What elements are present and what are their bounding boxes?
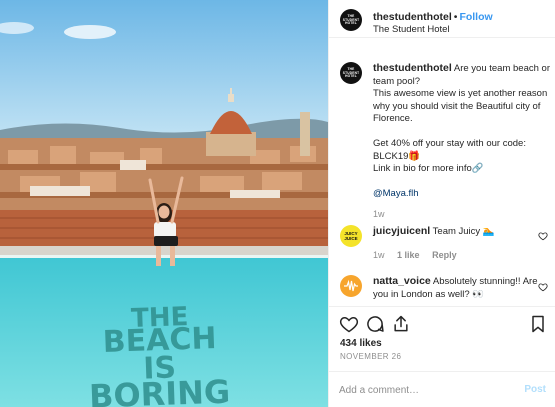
post-photo[interactable]: THE BEACH IS BORING	[0, 0, 328, 407]
caption-mention-link[interactable]: @Maya.flh	[373, 188, 551, 201]
post-location[interactable]: The Student Hotel	[373, 24, 450, 35]
soundwave-icon	[344, 279, 358, 292]
separator-dot: •	[453, 11, 458, 23]
reply-button[interactable]: Reply	[432, 250, 457, 260]
comment-username[interactable]: juicyjuicenl	[373, 225, 430, 237]
caption-timestamp[interactable]: 1w	[373, 209, 385, 219]
comment-like-heart-icon[interactable]	[538, 282, 548, 292]
author-avatar[interactable]: THE STUDENT HOTEL	[340, 9, 362, 31]
share-icon[interactable]	[391, 314, 411, 334]
comment-likes-count[interactable]: 1 like	[397, 250, 420, 260]
post-date[interactable]: NOVEMBER 26	[340, 352, 401, 361]
post-comment-button[interactable]: Post	[524, 384, 546, 395]
comment-username[interactable]: natta_voice	[373, 275, 431, 287]
commenter-avatar-juicyjuicenl[interactable]: JUICY JUICE	[340, 225, 362, 247]
caption-line-2: This awesome view is yet another reason …	[373, 88, 548, 125]
comment-like-heart-icon[interactable]	[538, 231, 548, 241]
comment-timestamp[interactable]: 1w	[373, 250, 385, 260]
caption-line-4: Link in bio for more info🔗	[373, 163, 484, 175]
florence-rooftop-pool-image: THE BEACH IS BORING	[0, 0, 328, 407]
caption-avatar[interactable]: THE STUDENT HOTEL	[340, 62, 362, 84]
post-caption: thestudenthotel Are you team beach or te…	[373, 62, 551, 200]
heart-icon[interactable]	[339, 314, 359, 334]
follow-button[interactable]: Follow	[459, 11, 492, 23]
author-username[interactable]: thestudenthotel	[373, 11, 452, 23]
post-header: THE STUDENT HOTEL thestudenthotel • Follow…	[329, 0, 555, 38]
caption-username[interactable]: thestudenthotel	[373, 62, 452, 74]
comment-item: juicyjuicenl Team Juicy 🏊	[373, 225, 541, 239]
commenter-avatar-natta-voice[interactable]	[340, 275, 362, 297]
likes-count[interactable]: 434 likes	[340, 338, 382, 349]
pool-text-boring: BORING	[88, 373, 230, 407]
comment-item: natta_voice Absolutely stunning!! Are yo…	[373, 275, 541, 301]
comment-icon[interactable]	[365, 314, 385, 334]
post-actions-bar	[329, 306, 555, 338]
comment-text: Team Juicy 🏊	[432, 226, 495, 237]
post-details-panel: THE STUDENT HOTEL thestudenthotel • Follow…	[328, 0, 555, 407]
add-comment-bar: Post	[329, 371, 555, 407]
comment-meta: 1w 1 like Reply	[373, 250, 467, 260]
caption-line-3: Get 40% off your stay with our code: BLC…	[373, 137, 526, 162]
bookmark-icon[interactable]	[528, 314, 548, 334]
add-comment-input[interactable]	[339, 382, 509, 398]
